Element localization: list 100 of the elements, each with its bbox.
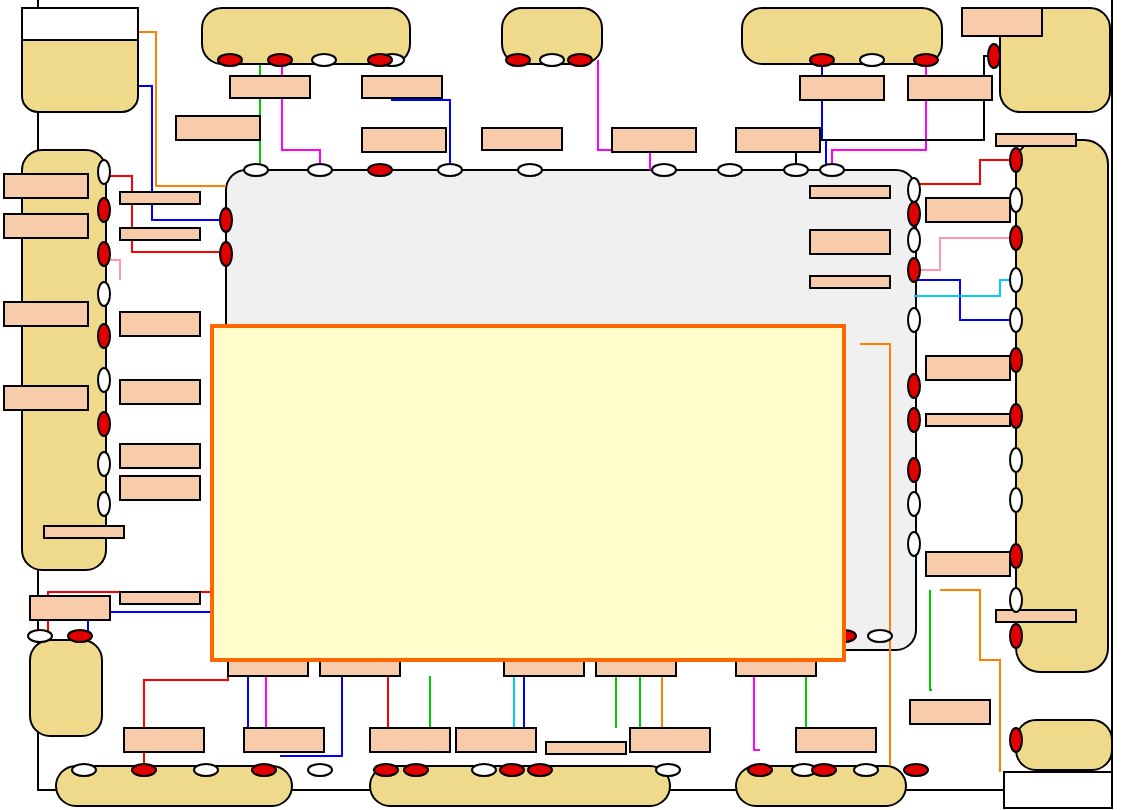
connector-line [753, 675, 761, 751]
port-marker [97, 241, 111, 267]
connector-line [247, 675, 249, 729]
port-marker [1009, 587, 1023, 613]
port-marker [367, 163, 393, 177]
connector-line [929, 589, 933, 691]
label-box [119, 191, 201, 205]
label-box [119, 591, 201, 605]
connector-line [429, 675, 431, 729]
label-box [735, 127, 821, 153]
port-marker [219, 241, 233, 267]
port-marker [1009, 225, 1023, 251]
port-marker [1009, 623, 1023, 649]
label-box [229, 75, 311, 99]
port-marker [217, 53, 243, 67]
port-marker [517, 163, 543, 177]
port-marker [655, 763, 681, 777]
port-marker [907, 257, 921, 283]
port-marker [651, 163, 677, 177]
connector-line [615, 675, 617, 729]
port-marker [1009, 267, 1023, 293]
label-box [369, 727, 451, 753]
port-marker [97, 367, 111, 393]
label-box [119, 311, 201, 337]
label-box [119, 379, 201, 405]
label-box [119, 443, 201, 469]
label-box [925, 355, 1011, 381]
port-marker [307, 763, 333, 777]
label-box [925, 197, 1011, 223]
label-box [611, 127, 697, 153]
port-marker [1009, 487, 1023, 513]
port-marker [251, 763, 277, 777]
port-marker [437, 163, 463, 177]
port-marker [907, 307, 921, 333]
port-marker [403, 763, 429, 777]
port-marker [193, 763, 219, 777]
label-box [925, 413, 1011, 427]
label-box [361, 75, 443, 99]
port-marker [1009, 307, 1023, 333]
label-box [361, 127, 447, 153]
port-marker [97, 491, 111, 517]
port-marker [71, 763, 97, 777]
connector-line [109, 259, 121, 281]
port-marker [131, 763, 157, 777]
label-box [809, 185, 891, 199]
port-marker [1009, 403, 1023, 429]
port-marker [907, 457, 921, 483]
port-marker [1009, 543, 1023, 569]
connector-line [639, 675, 641, 729]
port-marker [853, 763, 879, 777]
port-marker [219, 207, 233, 233]
label-box [3, 301, 89, 327]
connector-line [387, 675, 389, 729]
label-box [3, 385, 89, 411]
label-box [455, 727, 537, 753]
label-box [961, 7, 1043, 37]
label-box [243, 727, 325, 753]
label-box [909, 699, 991, 725]
port-marker [903, 763, 929, 777]
connector-line [279, 675, 343, 757]
label-box [3, 213, 89, 239]
port-marker [867, 629, 893, 643]
label-box [809, 229, 891, 255]
connector-line [265, 675, 267, 729]
port-marker [809, 53, 835, 67]
label-box [995, 609, 1077, 623]
port-marker [97, 451, 111, 477]
connector-line [523, 675, 525, 729]
port-marker [373, 763, 399, 777]
port-marker [1009, 187, 1023, 213]
label-box [119, 475, 201, 501]
port-marker [97, 281, 111, 307]
connector-line [513, 675, 515, 729]
label-box [43, 525, 125, 539]
port-marker [907, 373, 921, 399]
port-marker [67, 629, 93, 643]
port-marker [987, 43, 1001, 69]
label-box [907, 75, 993, 101]
port-marker [913, 53, 939, 67]
port-marker [267, 53, 293, 67]
label-box [175, 115, 261, 141]
port-marker [717, 163, 743, 177]
label-box [3, 173, 89, 199]
port-marker [307, 163, 333, 177]
port-marker [907, 491, 921, 517]
port-marker [747, 763, 773, 777]
port-marker [97, 323, 111, 349]
connector-line [661, 675, 663, 729]
port-marker [1009, 447, 1023, 473]
port-marker [505, 53, 531, 67]
port-marker [859, 53, 885, 67]
port-marker [97, 197, 111, 223]
label-box [481, 127, 563, 151]
port-marker [783, 163, 809, 177]
port-marker [311, 53, 337, 67]
port-marker [1009, 727, 1023, 753]
label-box [799, 75, 885, 101]
port-marker [97, 411, 111, 437]
label-box [995, 133, 1077, 147]
label-box [795, 727, 877, 753]
